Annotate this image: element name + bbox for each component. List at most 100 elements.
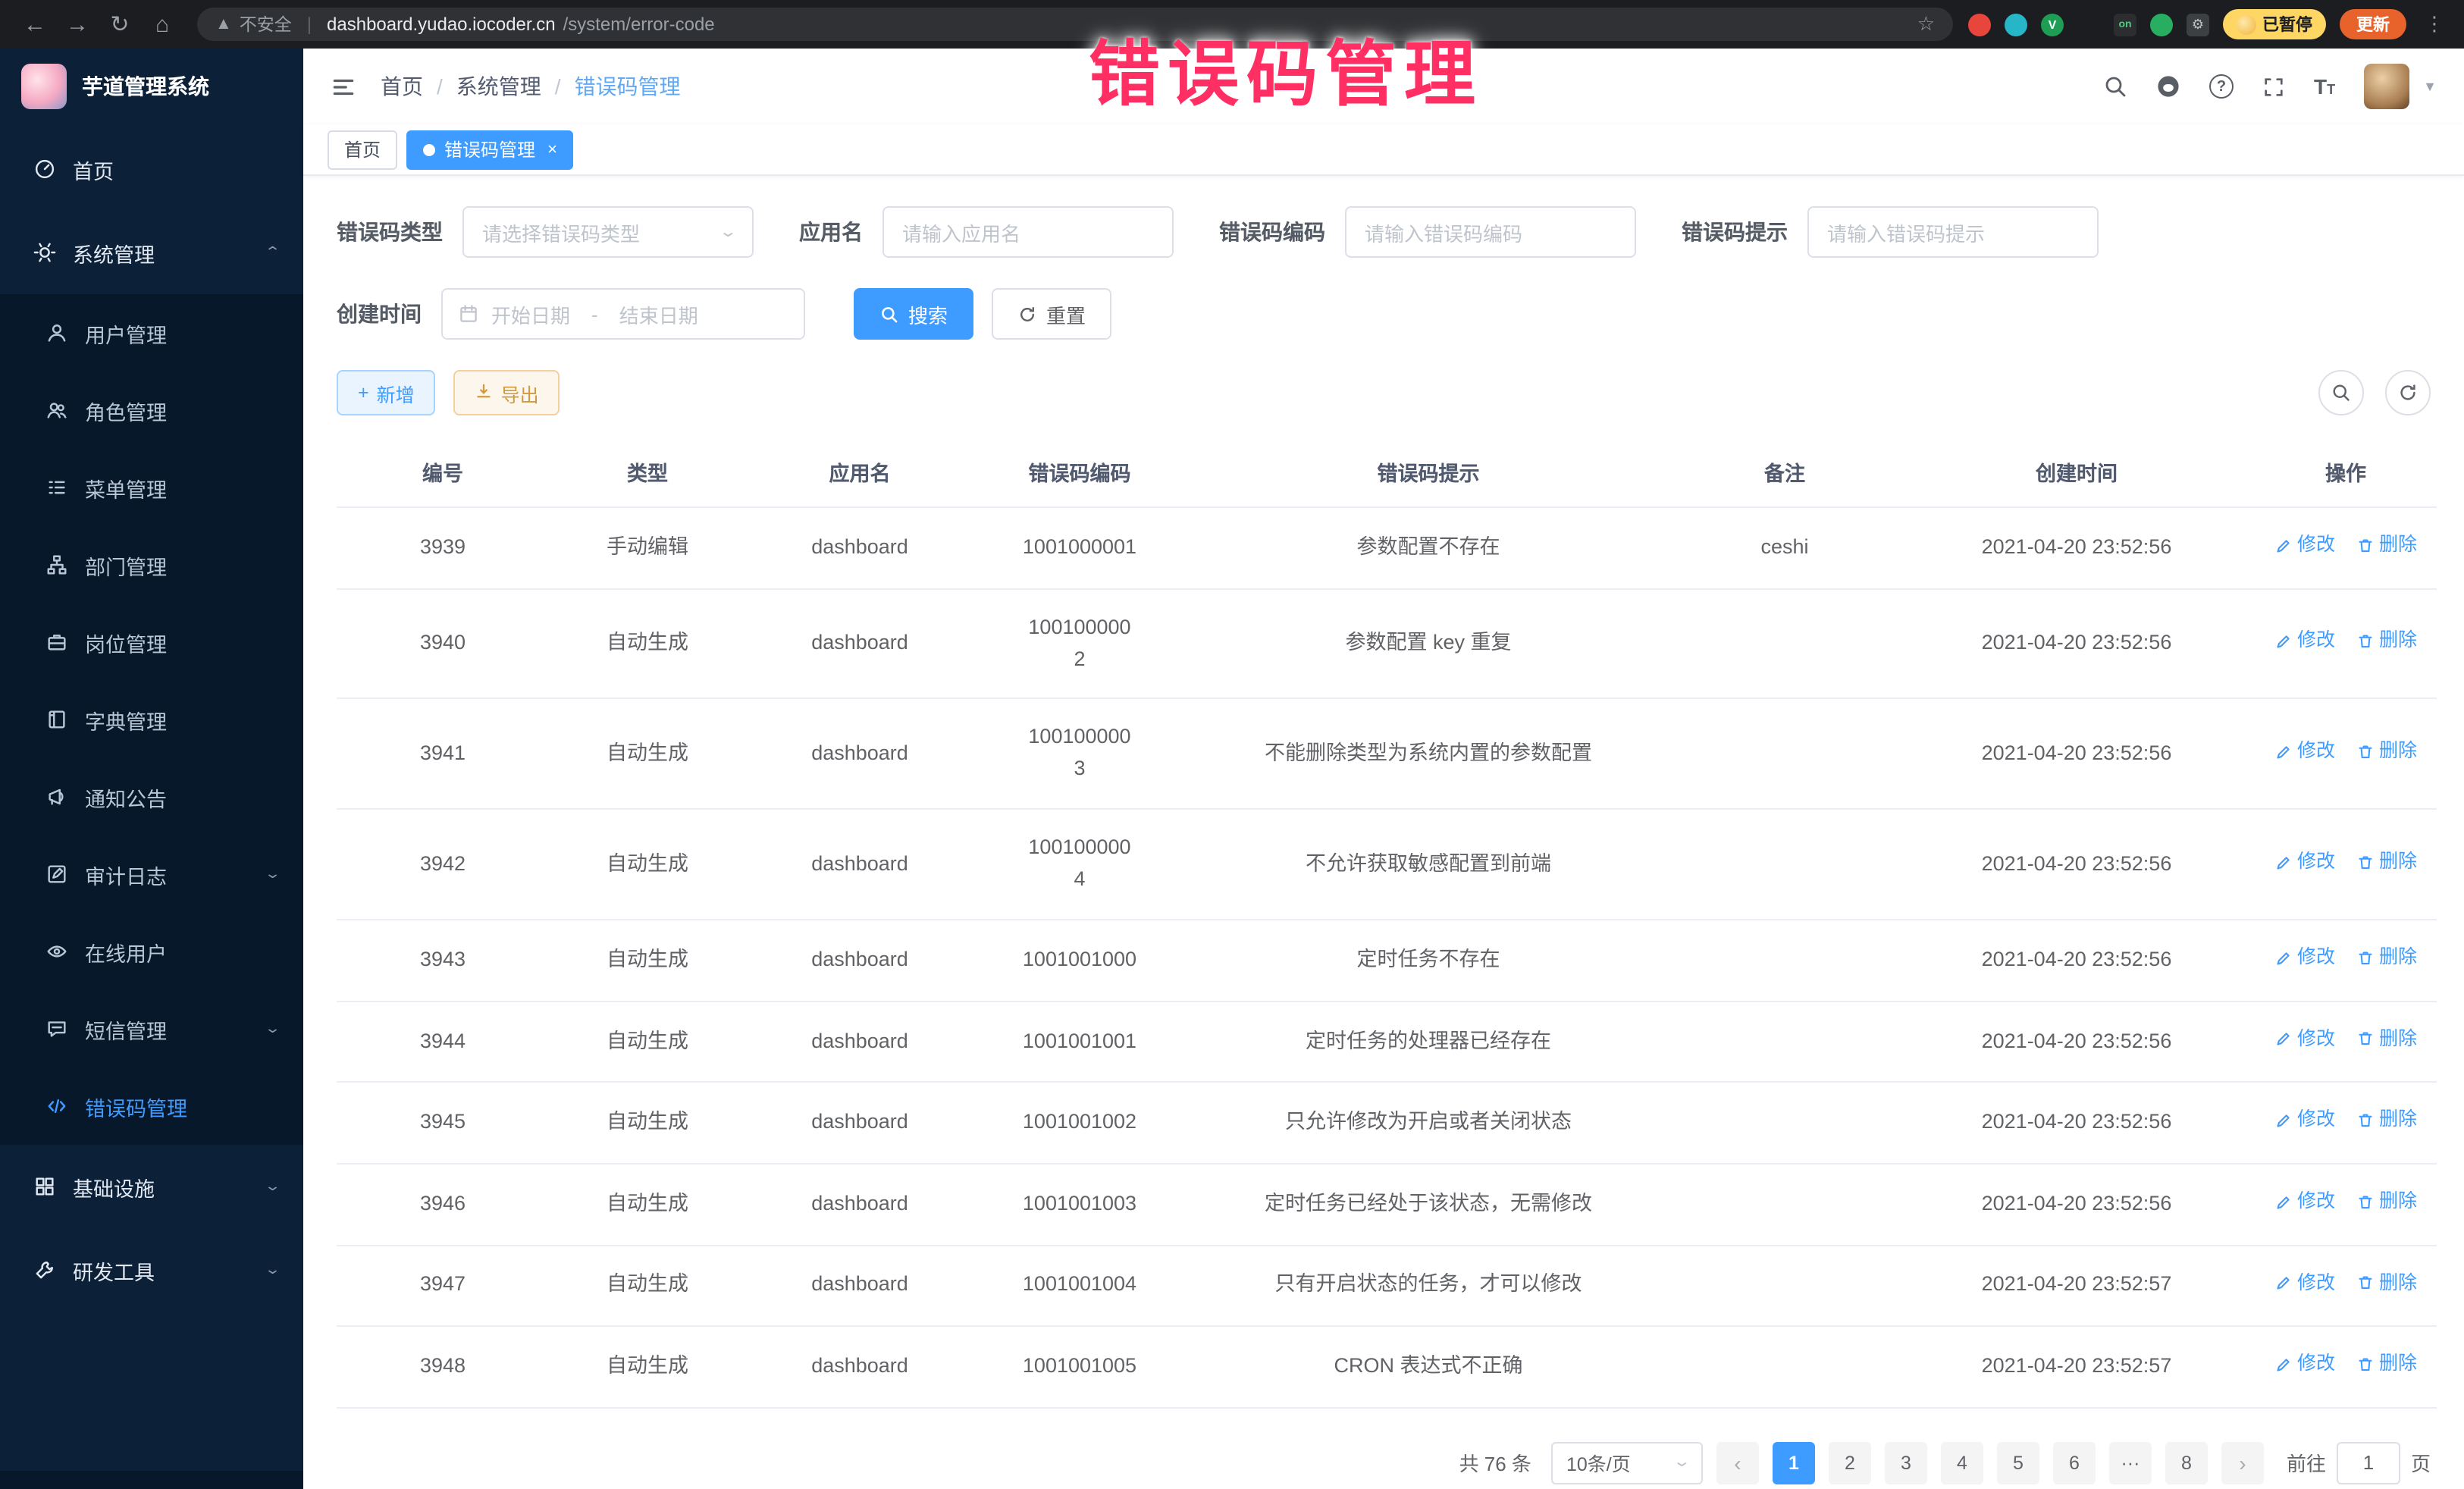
error-type-select[interactable]: 请选择错误码类型 ⌄ (462, 206, 754, 258)
delete-row-button[interactable]: 删除 (2356, 848, 2417, 877)
page-ellipsis[interactable]: ··· (2109, 1442, 2152, 1484)
sidebar-item-system[interactable]: 系统管理⌃ (0, 211, 303, 294)
refresh-table-icon[interactable] (2385, 370, 2431, 415)
close-icon[interactable]: × (547, 140, 557, 158)
browser-menu-icon[interactable]: ⋮ (2420, 12, 2449, 36)
page-button-3[interactable]: 3 (1885, 1442, 1927, 1484)
edit-row-button[interactable]: 修改 (2274, 1187, 2335, 1217)
delete-row-button[interactable]: 删除 (2356, 1025, 2417, 1055)
error-code-input[interactable]: 请输入错误码编码 (1345, 206, 1636, 258)
next-page-button[interactable]: › (2221, 1442, 2264, 1484)
page-button-1[interactable]: 1 (1773, 1442, 1815, 1484)
sidebar-item-user[interactable]: 用户管理 (0, 294, 303, 371)
sidebar-item-audit-log[interactable]: 审计日志⌄ (0, 835, 303, 913)
sidebar-item-infra[interactable]: 基础设施⌄ (0, 1145, 303, 1228)
error-msg-input[interactable]: 请输入错误码提示 (1807, 206, 2099, 258)
page-button-5[interactable]: 5 (1997, 1442, 2039, 1484)
prev-page-button[interactable]: ‹ (1716, 1442, 1759, 1484)
sidebar-item-role[interactable]: 角色管理 (0, 371, 303, 449)
delete-row-button[interactable]: 删除 (2356, 626, 2417, 656)
browser-extension-icon[interactable] (1968, 13, 1991, 36)
page-button-2[interactable]: 2 (1829, 1442, 1871, 1484)
bookmark-star-icon[interactable]: ☆ (1917, 12, 1935, 36)
date-range-picker[interactable]: 开始日期 - 结束日期 (441, 288, 805, 340)
edit-icon (2274, 949, 2293, 967)
cell-msg: CRON 表达式不正确 (1186, 1326, 1671, 1407)
edit-row-button[interactable]: 修改 (2274, 1268, 2335, 1298)
show-search-icon[interactable] (2318, 370, 2364, 415)
reset-button[interactable]: 重置 (992, 288, 1111, 340)
delete-row-button[interactable]: 删除 (2356, 531, 2417, 560)
edit-row-button[interactable]: 修改 (2274, 848, 2335, 877)
sidebar-item-home[interactable]: 首页 (0, 127, 303, 211)
goto-page-input[interactable]: 1 (2337, 1442, 2400, 1484)
edit-row-button[interactable]: 修改 (2274, 1106, 2335, 1136)
fullscreen-icon[interactable] (2262, 75, 2285, 98)
github-icon[interactable] (2156, 74, 2180, 99)
user-avatar[interactable] (2364, 64, 2409, 109)
reload-icon[interactable]: ↻ (100, 5, 140, 44)
sidebar-collapse-bar[interactable] (0, 1471, 303, 1489)
home-icon[interactable]: ⌂ (143, 5, 182, 44)
edit-row-button[interactable]: 修改 (2274, 943, 2335, 973)
help-icon[interactable]: ? (2209, 74, 2234, 99)
cell-type: 自动生成 (549, 699, 746, 810)
sidebar-item-dept[interactable]: 部门管理 (0, 526, 303, 603)
sidebar-item-error-code[interactable]: 错误码管理 (0, 1067, 303, 1145)
browser-extension-icon[interactable] (2150, 13, 2173, 36)
page-button-6[interactable]: 6 (2053, 1442, 2096, 1484)
sidebar-item-online-user[interactable]: 在线用户 (0, 913, 303, 990)
delete-row-button[interactable]: 删除 (2356, 943, 2417, 973)
sidebar-toggle-icon[interactable] (331, 74, 356, 99)
delete-row-button[interactable]: 删除 (2356, 1268, 2417, 1298)
action-label: 修改 (2297, 626, 2335, 656)
forward-icon[interactable]: → (58, 5, 97, 44)
puzzle-extension-icon[interactable]: ⚙ (2187, 13, 2209, 36)
cell-code: 1001001002 (973, 1083, 1186, 1164)
action-label: 删除 (2379, 1350, 2417, 1379)
sidebar-item-dict[interactable]: 字典管理 (0, 681, 303, 758)
column-header: 类型 (549, 437, 746, 507)
browser-toolbar: ← → ↻ ⌂ ▲ 不安全 | dashboard.yudao.iocoder.… (0, 0, 2464, 49)
address-bar[interactable]: ▲ 不安全 | dashboard.yudao.iocoder.cn/syste… (197, 8, 1953, 41)
browser-extension-icon[interactable]: V (2041, 13, 2064, 36)
edit-row-button[interactable]: 修改 (2274, 737, 2335, 766)
edit-row-button[interactable]: 修改 (2274, 531, 2335, 560)
page-size-select[interactable]: 10条/页 ⌄ (1551, 1442, 1703, 1484)
edit-row-button[interactable]: 修改 (2274, 1025, 2335, 1055)
add-button[interactable]: + 新增 (337, 370, 436, 415)
sidebar-item-notice[interactable]: 通知公告 (0, 758, 303, 835)
edit-row-button[interactable]: 修改 (2274, 1350, 2335, 1379)
font-size-icon[interactable]: TT (2314, 74, 2335, 99)
sidebar-item-sms[interactable]: 短信管理⌄ (0, 990, 303, 1067)
delete-row-button[interactable]: 删除 (2356, 1187, 2417, 1217)
logo-row[interactable]: 芋道管理系统 (0, 49, 303, 124)
app-name-input[interactable]: 请输入应用名 (882, 206, 1174, 258)
browser-extension-icon[interactable] (2077, 13, 2100, 36)
chevron-down-icon[interactable]: ▼ (2423, 79, 2437, 94)
browser-update-button[interactable]: 更新 (2340, 9, 2406, 39)
page-button-8[interactable]: 8 (2165, 1442, 2208, 1484)
tab-active[interactable]: 错误码管理× (406, 130, 574, 169)
export-button[interactable]: 导出 (454, 370, 560, 415)
edit-row-button[interactable]: 修改 (2274, 626, 2335, 656)
delete-row-button[interactable]: 删除 (2356, 1350, 2417, 1379)
delete-row-button[interactable]: 删除 (2356, 1106, 2417, 1136)
sidebar-item-menu[interactable]: 菜单管理 (0, 449, 303, 526)
sidebar-item-post[interactable]: 岗位管理 (0, 603, 303, 681)
cell-id: 3943 (337, 920, 549, 1001)
browser-extension-icon[interactable] (2005, 13, 2027, 36)
action-label: 修改 (2297, 848, 2335, 877)
tab-item[interactable]: 首页 (328, 130, 397, 169)
page-button-4[interactable]: 4 (1941, 1442, 1983, 1484)
back-icon[interactable]: ← (15, 5, 55, 44)
search-button[interactable]: 搜索 (854, 288, 973, 340)
sidebar-item-label: 通知公告 (85, 782, 167, 812)
sidebar-item-dev-tools[interactable]: 研发工具⌄ (0, 1228, 303, 1312)
profile-paused-badge[interactable]: 已暂停 (2223, 9, 2326, 39)
delete-row-button[interactable]: 删除 (2356, 737, 2417, 766)
browser-extension-icon[interactable]: on (2114, 13, 2136, 36)
search-icon[interactable] (2103, 74, 2127, 99)
breadcrumb-item[interactable]: 首页 (381, 71, 423, 102)
breadcrumb-item[interactable]: 系统管理 (456, 71, 541, 102)
